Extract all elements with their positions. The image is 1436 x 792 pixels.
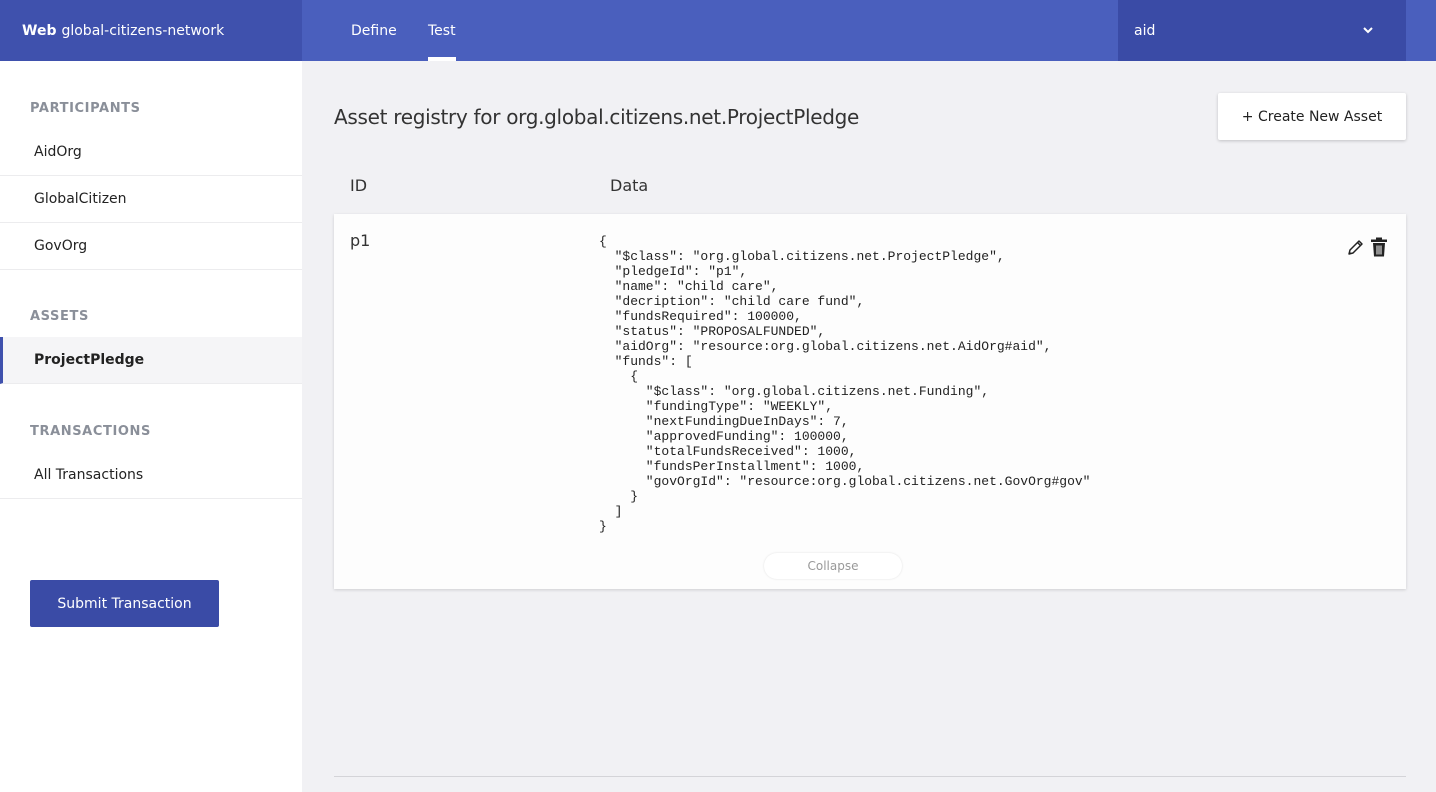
sidebar: PARTICIPANTS AidOrg GlobalCitizen GovOrg…	[0, 61, 302, 792]
assets-heading: ASSETS	[30, 309, 89, 324]
submit-transaction-button[interactable]: Submit Transaction	[30, 580, 219, 627]
identity-selector[interactable]: aid	[1118, 0, 1406, 61]
sidebar-item-globalcitizen[interactable]: GlobalCitizen	[0, 176, 302, 223]
asset-id: p1	[350, 231, 371, 250]
page-title: Asset registry for org.global.citizens.n…	[334, 105, 860, 129]
transactions-heading: TRANSACTIONS	[30, 424, 151, 439]
tab-test[interactable]: Test	[428, 0, 456, 61]
identity-value: aid	[1134, 22, 1156, 39]
sidebar-item-govorg[interactable]: GovOrg	[0, 223, 302, 270]
brand-prefix: Web	[22, 22, 57, 39]
chevron-down-icon	[1363, 27, 1373, 34]
sidebar-item-all-transactions[interactable]: All Transactions	[0, 452, 302, 499]
sidebar-item-aidorg[interactable]: AidOrg	[0, 129, 302, 176]
participants-heading: PARTICIPANTS	[30, 101, 141, 116]
asset-json-data: { "$class": "org.global.citizens.net.Pro…	[599, 234, 1091, 534]
create-new-asset-button[interactable]: + Create New Asset	[1218, 93, 1406, 140]
sidebar-item-projectpledge[interactable]: ProjectPledge	[0, 337, 302, 384]
pencil-icon[interactable]	[1346, 237, 1366, 257]
trash-icon[interactable]	[1370, 237, 1388, 257]
brand: Web global-citizens-network	[0, 0, 302, 61]
column-header-data: Data	[610, 176, 649, 195]
top-bar: Web global-citizens-network Define Test …	[0, 0, 1436, 61]
business-network-name: global-citizens-network	[61, 22, 225, 39]
asset-row: p1 { "$class": "org.global.citizens.net.…	[334, 214, 1406, 589]
collapse-button[interactable]: Collapse	[764, 553, 902, 579]
tab-define[interactable]: Define	[351, 0, 397, 61]
column-header-id: ID	[350, 176, 368, 195]
divider	[334, 776, 1406, 777]
